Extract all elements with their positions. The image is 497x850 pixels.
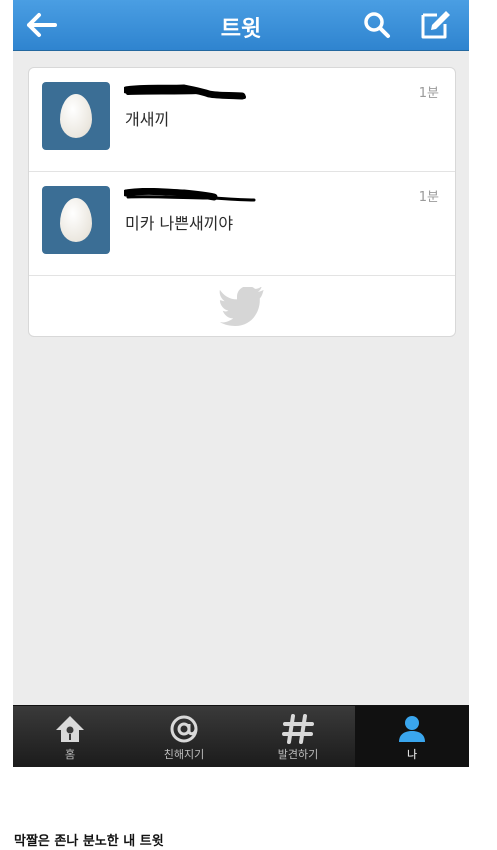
phone-screen: 트윗 개새끼 1분 미카 나쁜새끼야 1분 홈 친해지기 발견하기 나 [13, 0, 469, 767]
card-footer [29, 276, 455, 336]
tweet-timestamp: 1분 [418, 190, 439, 205]
twitter-bird-icon [219, 287, 264, 326]
tab-connect[interactable]: 친해지기 [127, 706, 241, 767]
bottom-tab-bar: 홈 친해지기 발견하기 나 [13, 705, 469, 767]
tweet-list-card: 개새끼 1분 미카 나쁜새끼야 1분 [28, 67, 456, 337]
egg-avatar-icon [60, 94, 92, 138]
tweet-item[interactable]: 개새끼 1분 [29, 68, 455, 172]
tab-discover[interactable]: 발견하기 [241, 706, 355, 767]
home-icon [56, 716, 84, 742]
caption-text: 막짤은 존나 분노한 내 트윗 [14, 834, 164, 849]
tab-connect-label: 친해지기 [163, 748, 205, 761]
at-sign-icon [170, 715, 198, 743]
search-icon[interactable] [363, 10, 391, 40]
tab-me-label: 나 [406, 748, 418, 761]
tab-discover-label: 발견하기 [277, 748, 319, 761]
tweet-text: 미카 나쁜새끼야 [125, 214, 234, 233]
page-title: 트윗 [220, 17, 262, 42]
tab-me[interactable]: 나 [355, 706, 469, 767]
tab-home-label: 홈 [64, 748, 76, 761]
tweet-timestamp: 1분 [418, 86, 439, 101]
redacted-username-scribble [124, 188, 256, 202]
avatar[interactable] [42, 82, 110, 150]
tab-home[interactable]: 홈 [13, 706, 127, 767]
compose-icon[interactable] [417, 6, 453, 42]
hashtag-icon [282, 714, 314, 744]
top-navigation-bar: 트윗 [13, 0, 469, 51]
egg-avatar-icon [60, 198, 92, 242]
tweet-text: 개새끼 [125, 110, 170, 129]
avatar[interactable] [42, 186, 110, 254]
tweet-item[interactable]: 미카 나쁜새끼야 1분 [29, 172, 455, 276]
profile-icon [399, 716, 425, 742]
redacted-username-scribble [124, 84, 246, 100]
